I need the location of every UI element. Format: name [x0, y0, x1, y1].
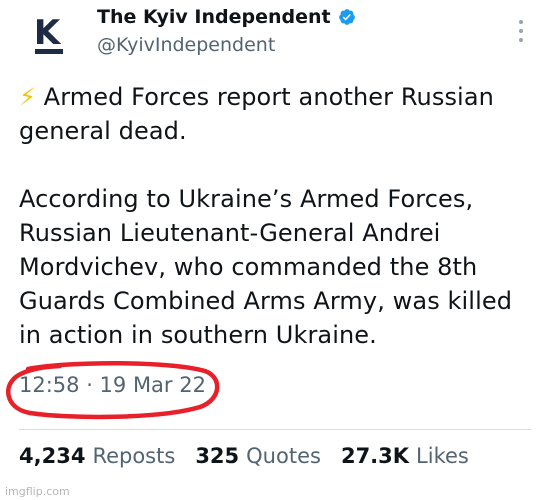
- likes-count: 27.3K: [340, 444, 410, 468]
- more-options-icon[interactable]: [518, 20, 524, 42]
- avatar[interactable]: K: [18, 8, 76, 66]
- reposts-label: Reposts: [92, 444, 176, 468]
- tweet-timestamp[interactable]: 12:58 · 19 Mar 22: [19, 373, 206, 397]
- likes-stat[interactable]: 27.3K Likes: [341, 444, 469, 468]
- quotes-count: 325: [195, 444, 240, 468]
- lightning-bolt-icon: ⚡: [19, 83, 36, 111]
- account-name-row: The Kyiv Independent: [97, 6, 356, 28]
- avatar-logo-bar: [35, 49, 63, 54]
- reposts-count: 4,234: [19, 444, 86, 468]
- tweet-headline: ⚡ Armed Forces report another Russian ge…: [19, 80, 539, 148]
- avatar-logo-letter: K: [33, 13, 61, 53]
- engagement-stats: 4,234 Reposts 325 Quotes 27.3K Likes: [19, 444, 489, 468]
- verified-badge-icon: [338, 9, 355, 25]
- account-handle[interactable]: @KyivIndependent: [97, 34, 275, 56]
- quotes-label: Quotes: [246, 444, 321, 468]
- tweet-text: ⚡ Armed Forces report another Russian ge…: [19, 80, 539, 352]
- tweet-body: According to Ukraine’s Armed Forces, Rus…: [19, 185, 513, 349]
- quotes-stat[interactable]: 325 Quotes: [195, 444, 321, 468]
- display-name[interactable]: The Kyiv Independent: [97, 6, 331, 28]
- watermark: imgflip.com: [5, 485, 70, 498]
- likes-label: Likes: [416, 444, 469, 468]
- headline-text: Armed Forces report another Russian gene…: [19, 83, 494, 145]
- divider: [19, 429, 531, 430]
- tweet-card: K The Kyiv Independent @KyivIndependent …: [0, 0, 550, 500]
- reposts-stat[interactable]: 4,234 Reposts: [19, 444, 175, 468]
